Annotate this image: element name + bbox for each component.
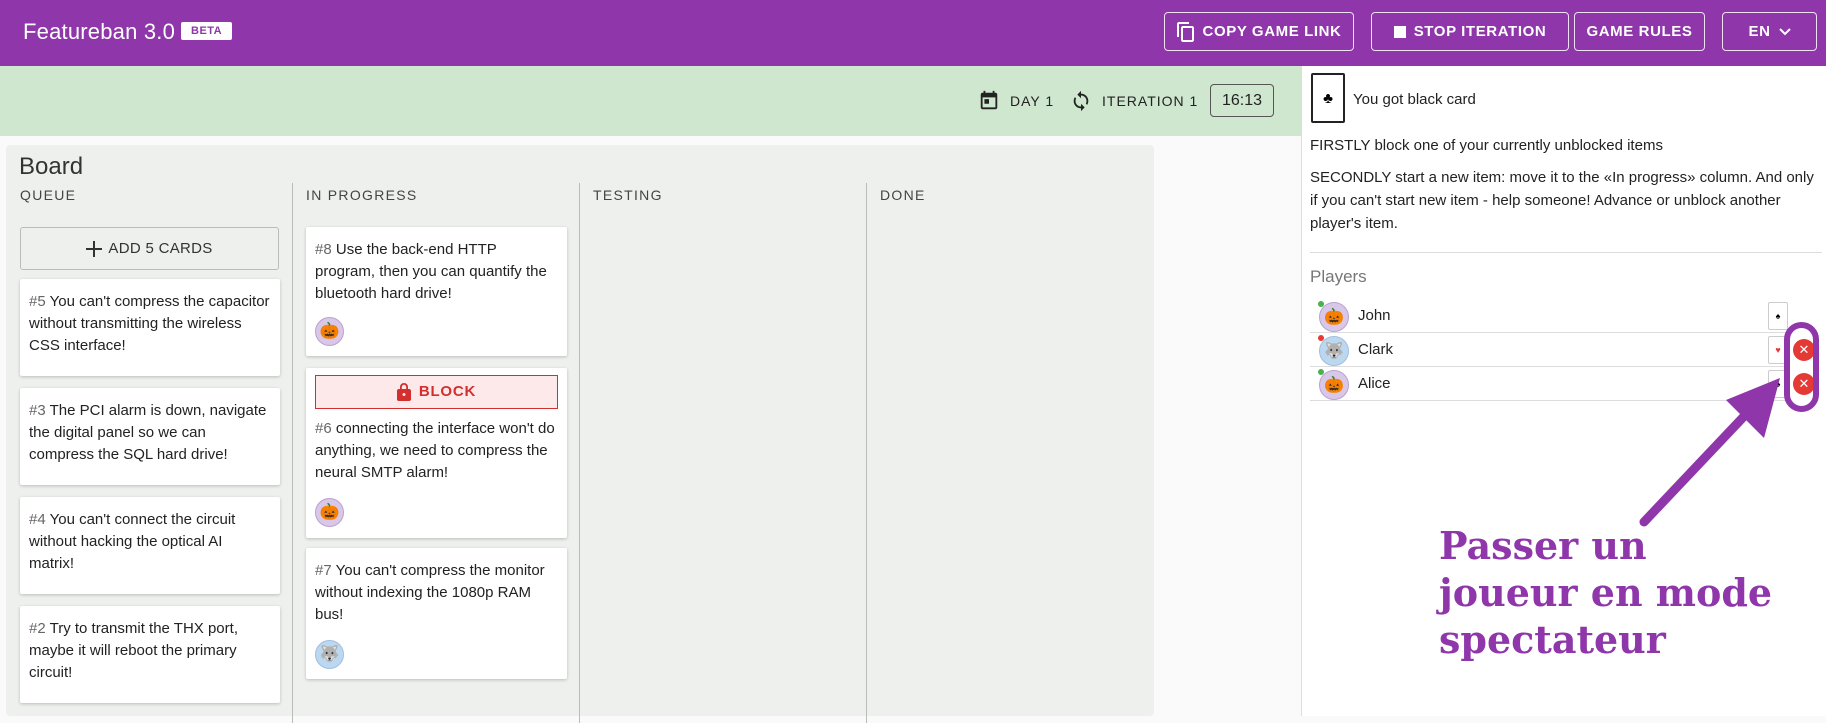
sync-icon [1073,90,1089,112]
language-select[interactable]: EN [1722,12,1817,51]
online-status-dot [1318,335,1324,341]
players-heading: Players [1310,267,1367,286]
queue-card[interactable]: #5 You can't compress the capacitor with… [20,279,280,376]
add-5-cards-button[interactable]: ADD 5 CARDS [20,227,279,270]
beta-badge: BETA [181,22,233,40]
card-text: You can't connect the circuit without ha… [29,511,236,572]
game-rules-button[interactable]: GAME RULES [1574,12,1705,51]
in-progress-card[interactable]: #7 You can't compress the monitor withou… [306,548,567,679]
block-label: BLOCK [418,383,477,400]
card-number: #2 [29,620,46,637]
player-avatar: 🎃 [1319,370,1349,400]
column-divider [579,183,580,723]
card-text: You can't compress the capacitor without… [29,293,270,354]
chevron-down-icon [1778,27,1791,35]
stop-icon [1393,25,1406,38]
timer: 16:13 [1210,84,1274,117]
assignee-avatar: 🎃 [315,498,344,527]
column-header-done: DONE [880,187,926,203]
queue-card[interactable]: #2 Try to transmit the THX port, maybe i… [20,606,280,703]
iteration-indicator: ITERATION 1 [1070,90,1198,112]
card-number: #3 [29,402,46,419]
language-value: EN [1748,23,1771,40]
copy-game-link-button[interactable]: COPY GAME LINK [1164,12,1354,51]
add-5-cards-label: ADD 5 CARDS [108,240,213,257]
annotation-arrow-icon [1639,378,1780,527]
assignee-avatar: 🐺 [315,640,344,669]
card-message: You got black card [1353,91,1476,108]
online-status-dot [1318,369,1324,375]
instruction-second: SECONDLY start a new item: move it to th… [1310,169,1814,232]
assignee-avatar: 🎃 [315,317,344,346]
plus-icon [86,240,103,257]
app-title: Featureban 3.0 [23,19,176,44]
annotation-line: spectateur [1439,617,1666,662]
card-number: #6 [315,420,332,437]
calendar-icon [980,90,998,110]
top-app-bar: Featureban 3.0 BETA COPY GAME LINK STOP … [0,0,1826,66]
block-button[interactable]: BLOCK [315,375,558,409]
player-row: 🐺 Clark ♥ [1310,333,1790,367]
queue-card[interactable]: #3 The PCI alarm is down, navigate the d… [20,388,280,485]
column-divider [292,183,293,723]
card-text: Use the back-end HTTP program, then you … [315,241,547,302]
annotation-text: Passer un joueur en mode spectateur [1439,522,1772,663]
in-progress-card[interactable]: #8 Use the back-end HTTP program, then y… [306,227,567,356]
card-number: #7 [315,562,332,579]
column-header-testing: TESTING [593,187,663,203]
player-row: 🎃 John ♠ [1310,299,1790,333]
board: Board QUEUE IN PROGRESS TESTING DONE ADD… [6,145,1154,723]
column-header-queue: QUEUE [20,187,77,203]
annotation-line: joueur en mode [1439,570,1773,615]
card-text: connecting the interface won't do anythi… [315,420,555,481]
copy-icon [1176,21,1194,42]
player-name: Alice [1358,375,1391,392]
instruction-first: FIRSTLY block one of your currently unbl… [1310,137,1663,154]
card-text: You can't compress the monitor without i… [315,562,545,623]
card-number: #8 [315,241,332,258]
day-indicator: DAY 1 [978,90,1054,112]
card-text: The PCI alarm is down, navigate the digi… [29,402,267,463]
stop-iteration-label: STOP ITERATION [1413,23,1547,40]
status-bar: DAY 1 ITERATION 1 16:13 [0,66,1301,136]
column-divider [866,183,867,723]
club-suit-icon: ♣ [1323,89,1333,107]
card-text: Try to transmit the THX port, maybe it w… [29,620,238,681]
divider [1310,252,1822,253]
player-avatar: 🐺 [1319,336,1349,366]
card-number: #5 [29,293,46,310]
player-card: ♠ [1768,302,1788,330]
player-avatar: 🎃 [1319,302,1349,332]
drawn-card: ♣ [1311,73,1345,123]
column-header-in-progress: IN PROGRESS [306,187,418,203]
board-title: Board [19,153,84,180]
in-progress-card-blocked[interactable]: BLOCK #6 connecting the interface won't … [306,368,567,538]
queue-card[interactable]: #4 You can't connect the circuit without… [20,497,280,594]
online-status-dot [1318,301,1324,307]
copy-game-link-label: COPY GAME LINK [1202,23,1342,40]
day-label: DAY 1 [1010,93,1055,109]
game-rules-label: GAME RULES [1586,23,1693,40]
stop-iteration-button[interactable]: STOP ITERATION [1371,12,1569,51]
lock-icon [396,383,411,401]
player-name: John [1358,307,1391,324]
iteration-label: ITERATION 1 [1102,93,1199,109]
player-name: Clark [1358,341,1394,358]
annotation-line: Passer un [1439,523,1647,568]
card-number: #4 [29,511,46,528]
